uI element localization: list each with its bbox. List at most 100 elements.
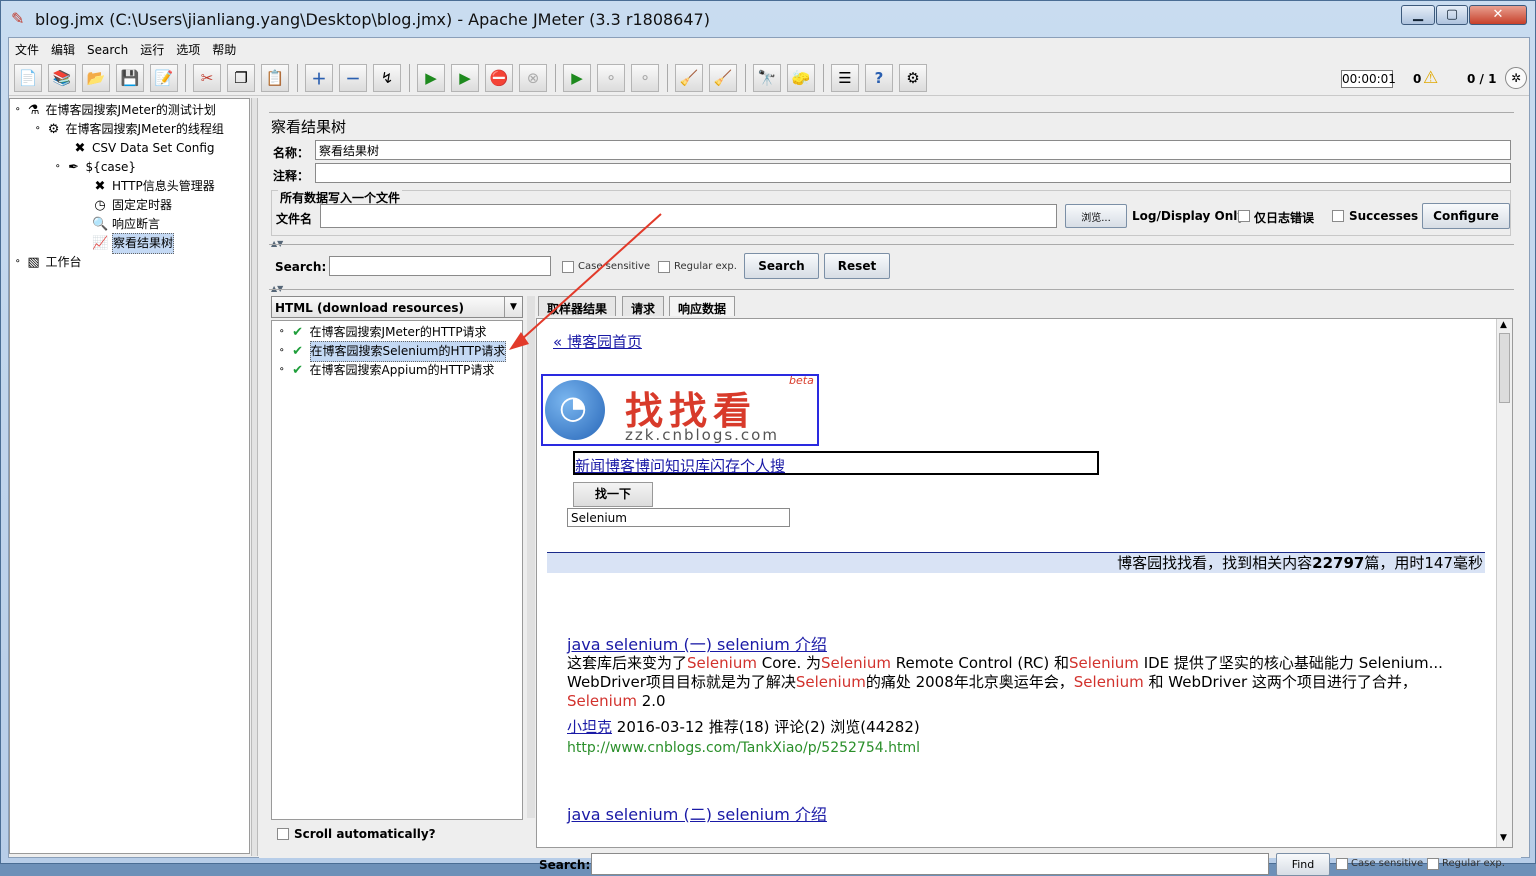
- result-item[interactable]: ⚬ ✔ 在博客园搜索Appium的HTTP请求: [278, 361, 494, 380]
- tab-request[interactable]: 请求: [622, 296, 665, 316]
- menu-help[interactable]: 帮助: [206, 38, 242, 59]
- author-link[interactable]: 小坦克: [567, 718, 612, 736]
- search-binoculars-icon[interactable]: 🔭: [753, 64, 781, 92]
- comment-input[interactable]: [315, 163, 1511, 183]
- bottom-search-input[interactable]: [591, 853, 1269, 875]
- tree-item-csv-config[interactable]: ✖ CSV Data Set Config: [72, 139, 215, 158]
- tree-item-assertion[interactable]: 🔍 响应断言: [92, 215, 160, 234]
- tab-response-data[interactable]: 响应数据: [669, 296, 736, 316]
- remote-exit-icon[interactable]: ⚬: [631, 64, 659, 92]
- case-sensitive-label: Case sensitive: [578, 261, 651, 272]
- tree-item-results-tree[interactable]: 📈 察看结果树: [92, 233, 175, 254]
- gears-icon[interactable]: ⚙: [899, 64, 927, 92]
- bottom-regex-checkbox[interactable]: [1427, 858, 1439, 870]
- application-window: ✎ blog.jmx (C:\Users\jianliang.yang\Desk…: [0, 0, 1536, 876]
- renderer-select[interactable]: HTML (download resources) ▼: [271, 296, 523, 318]
- start-icon[interactable]: ▶: [417, 64, 445, 92]
- function-helper-icon[interactable]: ☰: [831, 64, 859, 92]
- list-splitter[interactable]: [527, 296, 535, 818]
- renderer-selected: HTML (download resources): [275, 301, 464, 315]
- category-links-text[interactable]: 新闻博客博问知识库闪存个人搜: [575, 455, 785, 476]
- scroll-down-icon[interactable]: ▼: [1500, 833, 1507, 843]
- warning-count: 0: [1413, 72, 1422, 86]
- menu-file[interactable]: 文件: [9, 38, 45, 59]
- name-input[interactable]: [315, 140, 1511, 160]
- client-area: 文件 编辑 Search 运行 选项 帮助 📄 📚 📂 💾 📝 ✂ ❐ 📋 ＋ － ↯ ▶…: [8, 37, 1530, 876]
- find-text-button[interactable]: Find: [1276, 853, 1330, 876]
- comment-label: 注释：: [273, 169, 310, 183]
- success-shield-icon: ✔: [292, 324, 303, 340]
- copy-icon[interactable]: ❐: [227, 64, 255, 92]
- panel-title: 察看结果树: [271, 118, 347, 136]
- clear-icon[interactable]: 🧹: [675, 64, 703, 92]
- scroll-auto-label: Scroll automatically?: [294, 827, 436, 841]
- elapsed-timer: 00:00:01: [1341, 70, 1396, 88]
- tree-item-header-manager[interactable]: ✖ HTTP信息头管理器: [92, 177, 215, 196]
- clear-all-icon[interactable]: 🧹: [709, 64, 737, 92]
- templates-icon[interactable]: 📚: [48, 64, 76, 92]
- toggle-icon[interactable]: ↯: [373, 64, 401, 92]
- summary-count: 22797: [1312, 554, 1365, 572]
- zzk-search-input[interactable]: [567, 508, 790, 527]
- home-link[interactable]: « 博客园首页: [553, 331, 642, 352]
- next-result-title-link[interactable]: java selenium (二) selenium 介绍: [567, 801, 827, 825]
- menu-edit[interactable]: 编辑: [45, 38, 81, 59]
- paste-icon[interactable]: 📋: [261, 64, 289, 92]
- find-button[interactable]: 找一下: [573, 482, 653, 507]
- result-item[interactable]: ⚬ ✔ 在博客园搜索Selenium的HTTP请求: [278, 341, 507, 362]
- result-url[interactable]: http://www.cnblogs.com/TankXiao/p/525275…: [567, 740, 920, 756]
- minimize-button[interactable]: ▁: [1401, 5, 1435, 25]
- scroll-up-icon[interactable]: ▲: [1500, 320, 1507, 330]
- open-icon[interactable]: 📂: [82, 64, 110, 92]
- summary-ms: 147: [1424, 554, 1453, 572]
- tree-item-timer[interactable]: ◷ 固定定时器: [92, 196, 172, 215]
- regex-checkbox[interactable]: [658, 261, 670, 273]
- menu-options[interactable]: 选项: [170, 38, 206, 59]
- scroll-thumb[interactable]: [1499, 333, 1510, 403]
- configure-button[interactable]: Configure: [1422, 203, 1510, 229]
- reset-search-icon[interactable]: 🧽: [787, 64, 815, 92]
- remote-stop-icon[interactable]: ⚬: [597, 64, 625, 92]
- search-button[interactable]: Search: [744, 253, 819, 279]
- vertical-splitter[interactable]: [251, 98, 258, 856]
- regex-label: Regular exp.: [674, 261, 737, 272]
- save-icon[interactable]: 💾: [116, 64, 144, 92]
- reset-button[interactable]: Reset: [824, 253, 890, 279]
- pipette-icon: ✒: [68, 159, 79, 175]
- stop-icon[interactable]: ⛔: [485, 64, 513, 92]
- tools-icon: ✖: [74, 140, 86, 156]
- warning-icon[interactable]: ⚠: [1423, 68, 1438, 88]
- help-icon[interactable]: ?: [865, 64, 893, 92]
- collapse-icon[interactable]: －: [339, 64, 367, 92]
- new-icon[interactable]: 📄: [14, 64, 42, 92]
- save-as-icon[interactable]: 📝: [150, 64, 178, 92]
- remote-start-icon[interactable]: ▶: [563, 64, 591, 92]
- menu-search[interactable]: Search: [81, 40, 134, 61]
- category-links: 新闻博客博问知识库闪存个人搜: [573, 451, 1099, 475]
- case-sensitive-checkbox[interactable]: [562, 261, 574, 273]
- close-button[interactable]: ✕: [1469, 5, 1527, 25]
- errors-only-checkbox[interactable]: [1238, 210, 1250, 222]
- vertical-scrollbar[interactable]: ▲ ▼: [1496, 319, 1512, 847]
- tree-item-sampler[interactable]: ⚬ ✒ ${case}: [54, 158, 136, 177]
- bottom-case-checkbox[interactable]: [1336, 858, 1348, 870]
- successes-checkbox[interactable]: [1332, 210, 1344, 222]
- cut-icon[interactable]: ✂: [193, 64, 221, 92]
- result-item[interactable]: ⚬ ✔ 在博客园搜索JMeter的HTTP请求: [278, 323, 487, 342]
- browse-button[interactable]: 浏览...: [1065, 204, 1127, 228]
- shutdown-icon[interactable]: ⊗: [519, 64, 547, 92]
- filename-input[interactable]: [320, 204, 1057, 228]
- expand-icon[interactable]: ＋: [305, 64, 333, 92]
- result-title-link[interactable]: java selenium (一) selenium 介绍: [567, 631, 827, 655]
- zzk-logo[interactable]: ◔ 找找看 beta zzk.cnblogs.com: [541, 374, 819, 446]
- name-label: 名称：: [273, 146, 310, 160]
- maximize-button[interactable]: ▢: [1436, 5, 1468, 25]
- tab-sampler-result[interactable]: 取样器结果: [538, 296, 617, 316]
- start-no-pauses-icon[interactable]: ▶: [451, 64, 479, 92]
- tree-item-thread-group[interactable]: ⚬ ⚙ 在博客园搜索JMeter的线程组: [34, 120, 224, 139]
- menu-run[interactable]: 运行: [134, 38, 170, 59]
- tree-item-test-plan[interactable]: ⚬ ⚗ 在博客园搜索JMeter的测试计划: [14, 101, 216, 120]
- search-input[interactable]: [329, 256, 551, 276]
- tree-item-workbench[interactable]: ⚬ ▧ 工作台: [14, 253, 82, 272]
- scroll-auto-checkbox[interactable]: [277, 828, 289, 840]
